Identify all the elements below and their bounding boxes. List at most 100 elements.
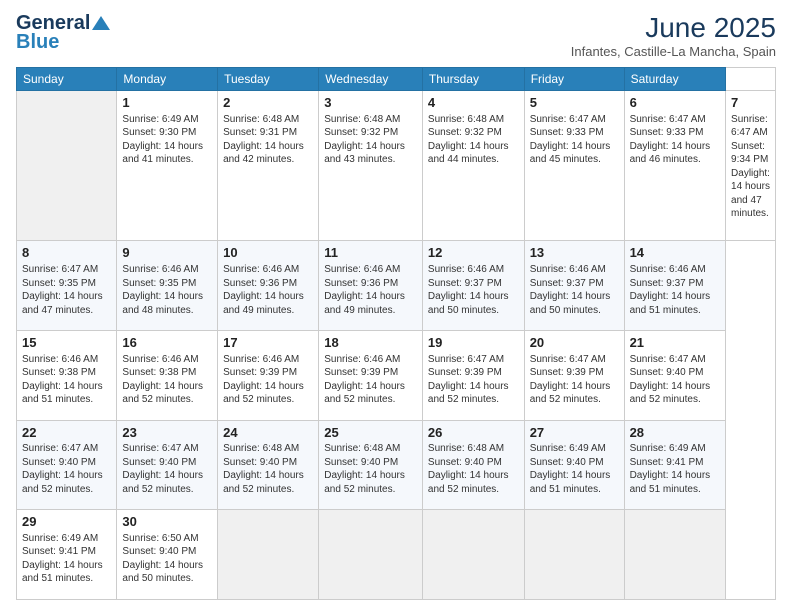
col-header-sunday: Sunday bbox=[17, 68, 117, 91]
daylight-text: Daylight: 14 hours and 52 minutes. bbox=[428, 381, 509, 406]
sunset-text: Sunset: 9:40 PM bbox=[428, 457, 502, 468]
col-header-saturday: Saturday bbox=[624, 68, 725, 91]
week-row-5: 29Sunrise: 6:49 AMSunset: 9:41 PMDayligh… bbox=[17, 510, 776, 600]
col-header-wednesday: Wednesday bbox=[319, 68, 423, 91]
week-row-4: 22 Sunrise: 6:47 AM Sunset: 9:40 PM Dayligh… bbox=[17, 420, 776, 510]
sunrise-text: Sunrise: 6:46 AM bbox=[530, 264, 606, 275]
sunset-text: Sunset: 9:40 PM bbox=[630, 367, 704, 378]
empty-cell bbox=[624, 510, 725, 600]
day-number: 6 bbox=[630, 94, 720, 112]
sunset-text: Sunset: 9:40 PM bbox=[122, 546, 196, 557]
day-number: 30 bbox=[122, 513, 212, 531]
col-header-tuesday: Tuesday bbox=[218, 68, 319, 91]
day-number: 27 bbox=[530, 424, 619, 442]
empty-cell bbox=[17, 91, 117, 241]
sunset-text: Sunset: 9:39 PM bbox=[530, 367, 604, 378]
sunrise-text: Sunrise: 6:47 AM bbox=[630, 114, 706, 125]
sunrise-text: Sunrise: 6:48 AM bbox=[223, 114, 299, 125]
day-cell-28: 28Sunrise: 6:49 AMSunset: 9:41 PMDayligh… bbox=[624, 420, 725, 510]
sunset-text: Sunset: 9:40 PM bbox=[530, 457, 604, 468]
week-row-3: 15 Sunrise: 6:46 AM Sunset: 9:38 PM Dayligh… bbox=[17, 331, 776, 421]
day-number: 29 bbox=[22, 513, 111, 531]
sunrise-text: Sunrise: 6:47 AM bbox=[122, 443, 198, 454]
day-number: 10 bbox=[223, 244, 313, 262]
sunset-text: Sunset: 9:38 PM bbox=[22, 367, 96, 378]
sunset-text: Sunset: 9:30 PM bbox=[122, 127, 196, 138]
week-row-1: 1 Sunrise: 6:49 AM Sunset: 9:30 PM Daylight… bbox=[17, 91, 776, 241]
title-block: June 2025 Infantes, Castille-La Mancha, … bbox=[571, 12, 776, 59]
daylight-text: Daylight: 14 hours and 45 minutes. bbox=[530, 141, 611, 166]
day-number: 4 bbox=[428, 94, 519, 112]
day-cell-23: 23Sunrise: 6:47 AMSunset: 9:40 PMDayligh… bbox=[117, 420, 218, 510]
sunset-text: Sunset: 9:32 PM bbox=[324, 127, 398, 138]
sunrise-text: Sunrise: 6:50 AM bbox=[122, 533, 198, 544]
daylight-text: Daylight: 14 hours and 41 minutes. bbox=[122, 141, 203, 166]
daylight-text: Daylight: 14 hours and 44 minutes. bbox=[428, 141, 509, 166]
sunrise-text: Sunrise: 6:47 AM bbox=[22, 264, 98, 275]
daylight-text: Daylight: 14 hours and 46 minutes. bbox=[630, 141, 711, 166]
sunrise-text: Sunrise: 6:46 AM bbox=[122, 354, 198, 365]
sunrise-text: Sunrise: 6:46 AM bbox=[22, 354, 98, 365]
calendar: SundayMondayTuesdayWednesdayThursdayFrid… bbox=[16, 67, 776, 600]
day-number: 14 bbox=[630, 244, 720, 262]
sunrise-text: Sunrise: 6:48 AM bbox=[324, 114, 400, 125]
logo: General Blue bbox=[16, 12, 110, 54]
sunset-text: Sunset: 9:39 PM bbox=[428, 367, 502, 378]
sunrise-text: Sunrise: 6:46 AM bbox=[630, 264, 706, 275]
page: General Blue June 2025 Infantes, Castill… bbox=[0, 0, 792, 612]
daylight-text: Daylight: 14 hours and 52 minutes. bbox=[324, 470, 405, 495]
empty-cell bbox=[524, 510, 624, 600]
daylight-text: Daylight: 14 hours and 47 minutes. bbox=[731, 168, 770, 220]
sunset-text: Sunset: 9:36 PM bbox=[223, 278, 297, 289]
daylight-text: Daylight: 14 hours and 49 minutes. bbox=[223, 291, 304, 316]
day-number: 7 bbox=[731, 94, 770, 112]
day-number: 15 bbox=[22, 334, 111, 352]
day-number: 19 bbox=[428, 334, 519, 352]
sunrise-text: Sunrise: 6:48 AM bbox=[428, 443, 504, 454]
main-title: June 2025 bbox=[571, 12, 776, 44]
sunset-text: Sunset: 9:39 PM bbox=[223, 367, 297, 378]
day-cell-10: 10 Sunrise: 6:46 AM Sunset: 9:36 PM Dayligh… bbox=[218, 241, 319, 331]
sunset-text: Sunset: 9:37 PM bbox=[428, 278, 502, 289]
day-number: 22 bbox=[22, 424, 111, 442]
day-cell-26: 26Sunrise: 6:48 AMSunset: 9:40 PMDayligh… bbox=[422, 420, 524, 510]
col-header-thursday: Thursday bbox=[422, 68, 524, 91]
sunrise-text: Sunrise: 6:48 AM bbox=[428, 114, 504, 125]
day-cell-20: 20Sunrise: 6:47 AMSunset: 9:39 PMDayligh… bbox=[524, 331, 624, 421]
sunset-text: Sunset: 9:35 PM bbox=[22, 278, 96, 289]
day-number: 9 bbox=[122, 244, 212, 262]
day-cell-17: 17Sunrise: 6:46 AMSunset: 9:39 PMDayligh… bbox=[218, 331, 319, 421]
day-number: 24 bbox=[223, 424, 313, 442]
daylight-text: Daylight: 14 hours and 49 minutes. bbox=[324, 291, 405, 316]
sunset-text: Sunset: 9:40 PM bbox=[324, 457, 398, 468]
sunrise-text: Sunrise: 6:48 AM bbox=[223, 443, 299, 454]
daylight-text: Daylight: 14 hours and 50 minutes. bbox=[530, 291, 611, 316]
daylight-text: Daylight: 14 hours and 52 minutes. bbox=[122, 381, 203, 406]
day-number: 1 bbox=[122, 94, 212, 112]
sunrise-text: Sunrise: 6:46 AM bbox=[223, 264, 299, 275]
sunrise-text: Sunrise: 6:49 AM bbox=[122, 114, 198, 125]
day-number: 5 bbox=[530, 94, 619, 112]
sunrise-text: Sunrise: 6:47 AM bbox=[530, 114, 606, 125]
day-cell-30: 30Sunrise: 6:50 AMSunset: 9:40 PMDayligh… bbox=[117, 510, 218, 600]
day-cell-13: 13Sunrise: 6:46 AMSunset: 9:37 PMDayligh… bbox=[524, 241, 624, 331]
daylight-text: Daylight: 14 hours and 47 minutes. bbox=[22, 291, 103, 316]
daylight-text: Daylight: 14 hours and 52 minutes. bbox=[530, 381, 611, 406]
sunrise-text: Sunrise: 6:47 AM bbox=[428, 354, 504, 365]
daylight-text: Daylight: 14 hours and 52 minutes. bbox=[630, 381, 711, 406]
daylight-text: Daylight: 14 hours and 52 minutes. bbox=[223, 470, 304, 495]
daylight-text: Daylight: 14 hours and 51 minutes. bbox=[22, 560, 103, 585]
sunrise-text: Sunrise: 6:47 AM bbox=[731, 114, 768, 139]
day-cell-15: 15Sunrise: 6:46 AMSunset: 9:38 PMDayligh… bbox=[17, 331, 117, 421]
day-number: 12 bbox=[428, 244, 519, 262]
daylight-text: Daylight: 14 hours and 43 minutes. bbox=[324, 141, 405, 166]
sunset-text: Sunset: 9:39 PM bbox=[324, 367, 398, 378]
day-cell-3: 3 Sunrise: 6:48 AM Sunset: 9:32 PM Daylight… bbox=[319, 91, 423, 241]
daylight-text: Daylight: 14 hours and 52 minutes. bbox=[22, 470, 103, 495]
sunrise-text: Sunrise: 6:46 AM bbox=[324, 354, 400, 365]
day-number: 3 bbox=[324, 94, 417, 112]
daylight-text: Daylight: 14 hours and 42 minutes. bbox=[223, 141, 304, 166]
sunrise-text: Sunrise: 6:46 AM bbox=[324, 264, 400, 275]
day-cell-5: 5Sunrise: 6:47 AMSunset: 9:33 PMDaylight… bbox=[524, 91, 624, 241]
daylight-text: Daylight: 14 hours and 52 minutes. bbox=[223, 381, 304, 406]
